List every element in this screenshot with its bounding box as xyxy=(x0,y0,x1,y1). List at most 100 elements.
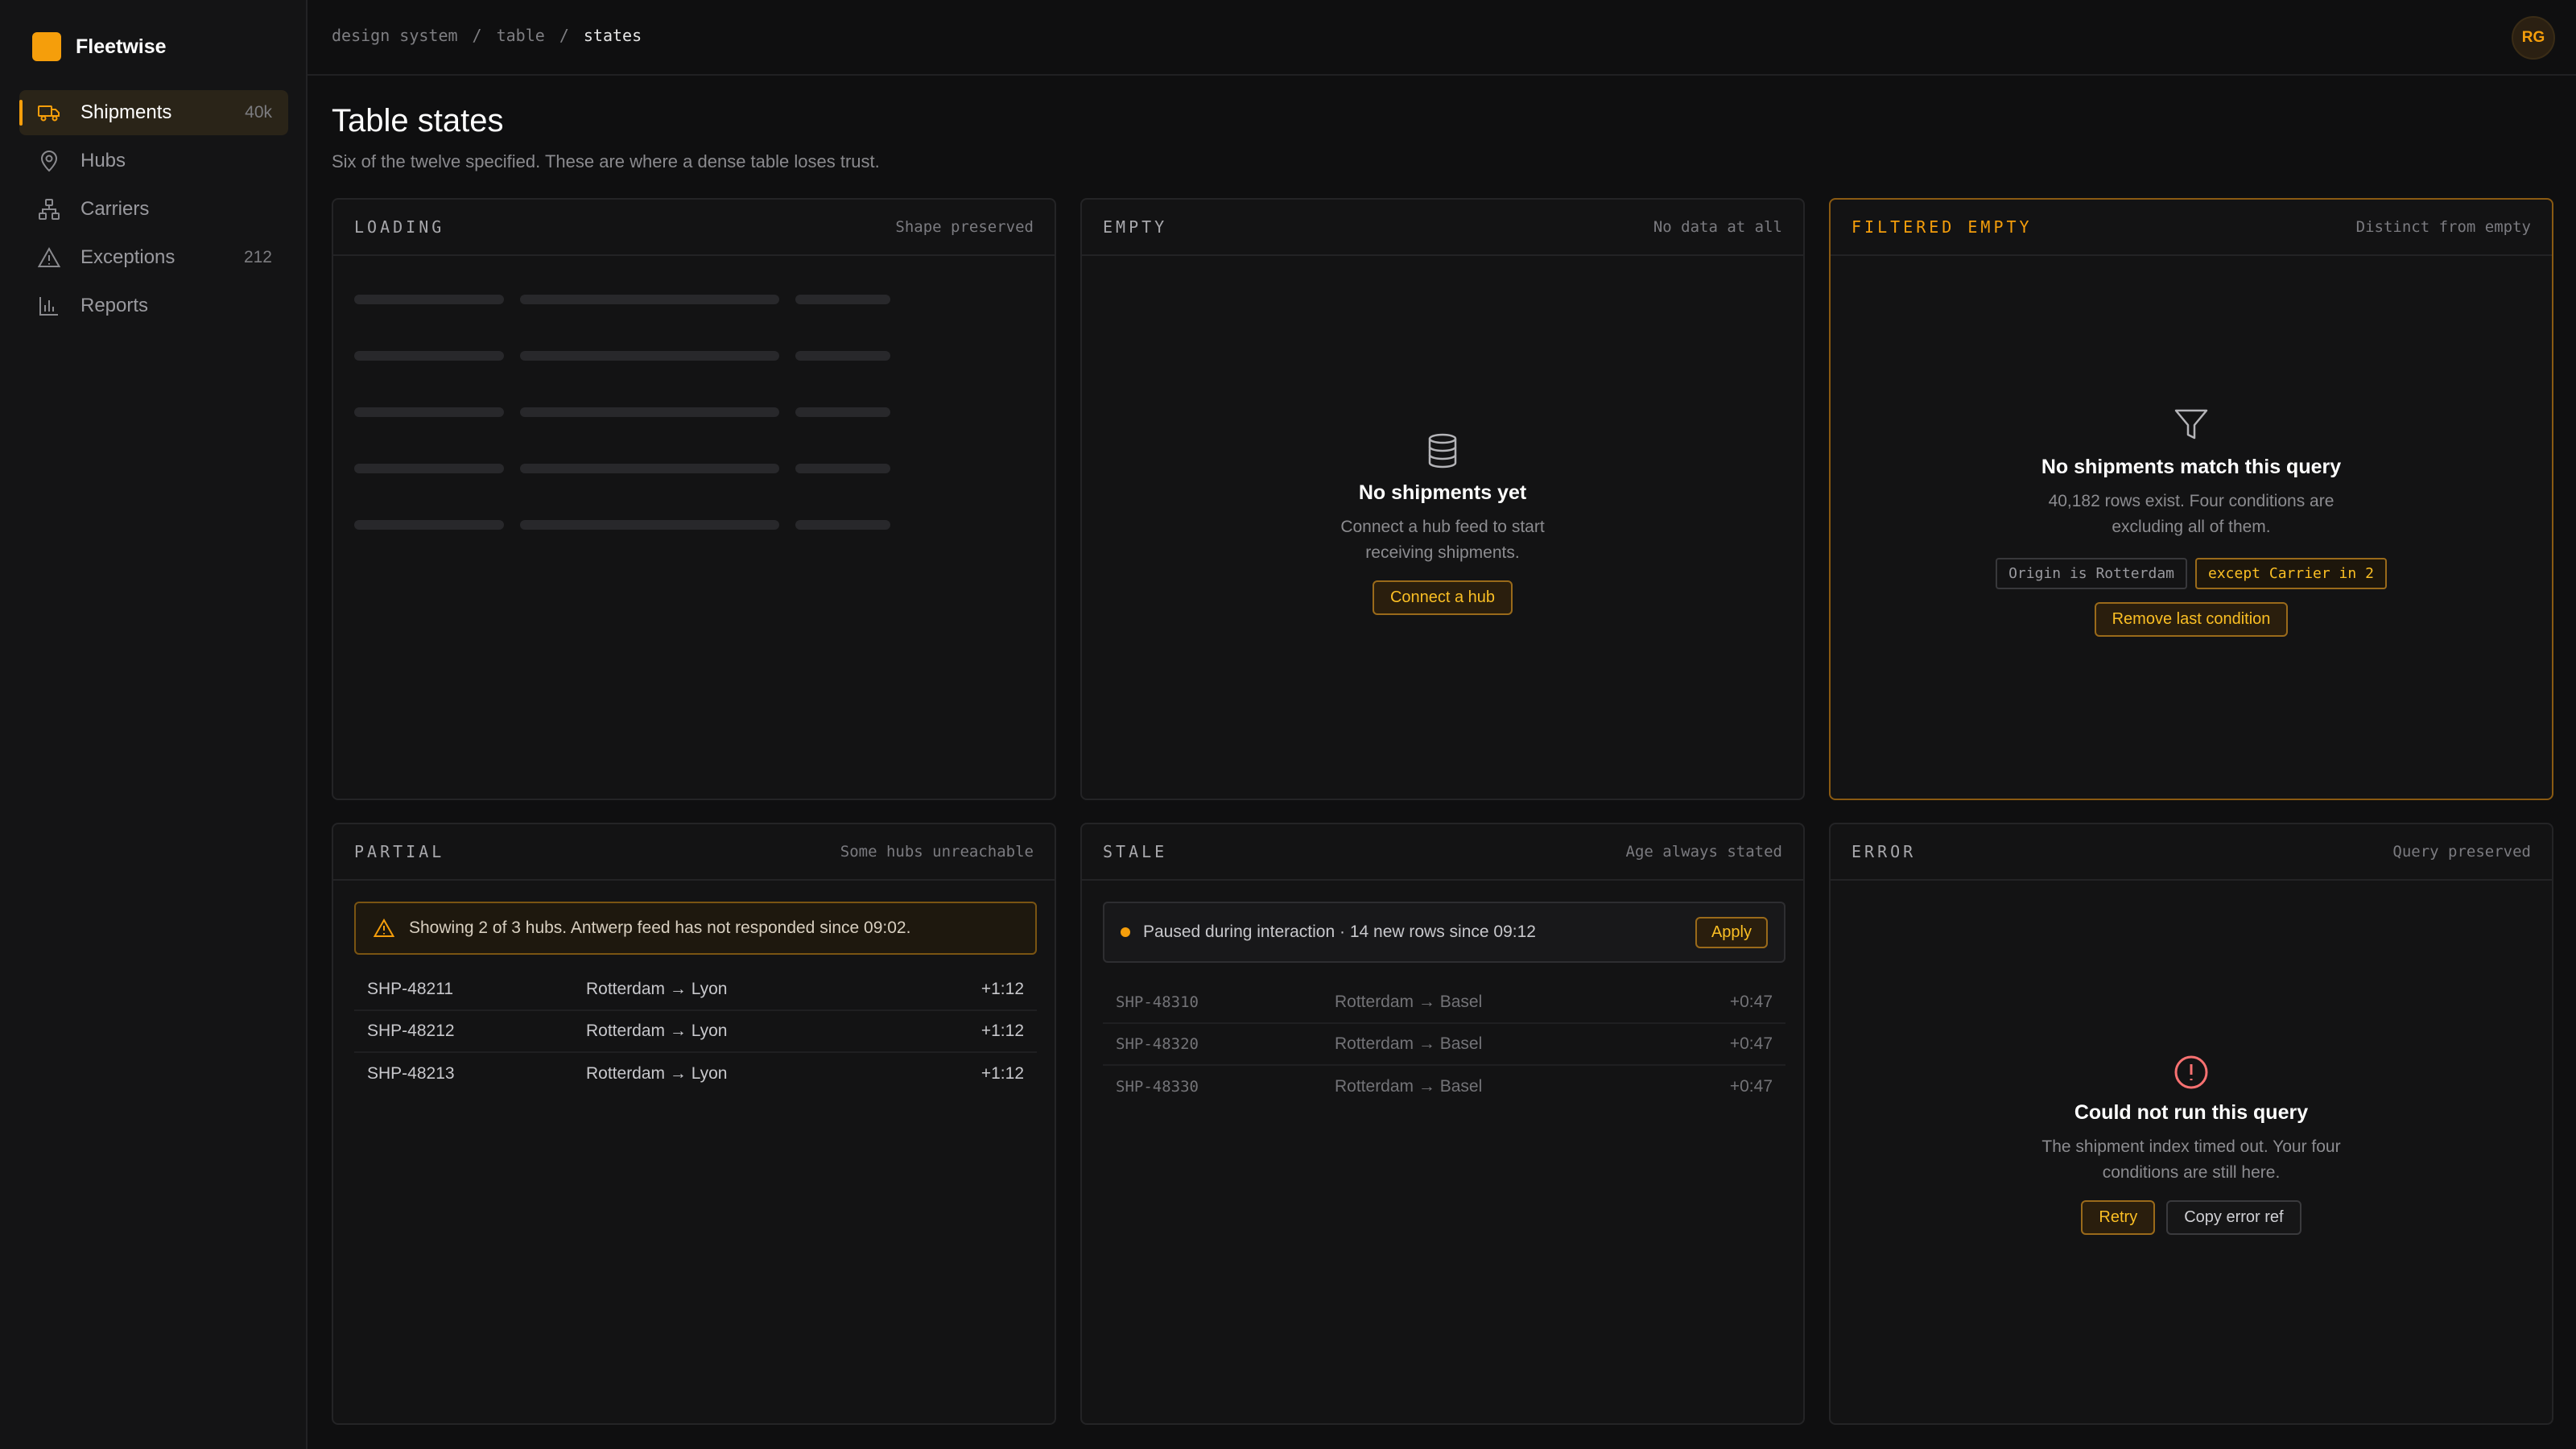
partial-banner-text: Showing 2 of 3 hubs. Antwerp feed has no… xyxy=(409,919,911,937)
shipment-route: Rotterdam → Lyon xyxy=(586,1064,728,1083)
table-row[interactable]: SHP-48212 Rotterdam → Lyon +1:12 xyxy=(354,1011,1037,1053)
shipment-delta: +1:12 xyxy=(980,1064,1024,1083)
error-state: Could not run this query The shipment in… xyxy=(1831,1055,2552,1235)
sidebar-item-label: Shipments xyxy=(80,101,172,123)
sidebar-item-exceptions[interactable]: Exceptions 212 xyxy=(19,235,288,280)
skeleton-row xyxy=(354,295,890,304)
skeleton-row xyxy=(354,520,890,530)
retry-button[interactable]: Retry xyxy=(2081,1200,2156,1235)
error-icon xyxy=(1831,1055,2552,1090)
filtered-desc-line: 40,182 rows exist. Four conditions are xyxy=(2048,492,2334,510)
panel-stale: STALE Age always stated Paused during in… xyxy=(1080,823,1805,1425)
shipment-id: SHP-48330 xyxy=(1116,1078,1199,1096)
skeleton-row xyxy=(354,464,890,473)
warning-icon xyxy=(37,246,61,270)
filter-chips: Origin is Rotterdam except Carrier in 2 xyxy=(1831,558,2552,589)
empty-actions: Connect a hub xyxy=(1082,580,1803,615)
remove-last-condition-button[interactable]: Remove last condition xyxy=(2094,602,2289,637)
breadcrumb-item-table[interactable]: table xyxy=(497,26,545,45)
shipment-id: SHP-48212 xyxy=(367,1022,455,1040)
shipment-delta: +1:12 xyxy=(980,980,1024,998)
panel-header: EMPTY No data at all xyxy=(1082,200,1803,256)
sidebar-item-reports[interactable]: Reports xyxy=(19,283,288,328)
page-subtitle: Six of the twelve specified. These are w… xyxy=(332,151,880,171)
empty-title: No shipments yet xyxy=(1358,481,1527,504)
panel-title: FILTERED EMPTY xyxy=(1852,217,2033,237)
stale-banner: Paused during interaction · 14 new rows … xyxy=(1103,902,1785,963)
shipment-route: Rotterdam → Basel xyxy=(1335,1077,1483,1096)
sidebar-item-label: Carriers xyxy=(80,198,150,220)
panel-note: Distinct from empty xyxy=(2355,218,2531,236)
panel-partial: PARTIAL Some hubs unreachable Showing 2 … xyxy=(332,823,1056,1425)
sidebar-item-label: Exceptions xyxy=(80,246,175,268)
apply-button[interactable]: Apply xyxy=(1695,916,1768,948)
shipment-route: Rotterdam → Lyon xyxy=(586,1022,728,1040)
filtered-title: No shipments match this query xyxy=(2041,456,2342,478)
shipment-delta: +0:47 xyxy=(1729,993,1773,1011)
copy-error-ref-button[interactable]: Copy error ref xyxy=(2166,1200,2301,1235)
table-row[interactable]: SHP-48310 Rotterdam → Basel +0:47 xyxy=(1103,982,1785,1024)
shipment-delta: +0:47 xyxy=(1729,1077,1773,1096)
panel-title: ERROR xyxy=(1852,842,1917,861)
table-row[interactable]: SHP-48213 Rotterdam → Lyon +1:12 xyxy=(354,1053,1037,1095)
shipment-delta: +1:12 xyxy=(980,1022,1024,1040)
empty-description: Connect a hub feed to start receiving sh… xyxy=(1082,514,1803,566)
bar-chart-icon xyxy=(37,294,61,318)
panel-note: Shape preserved xyxy=(895,218,1034,236)
error-desc-line: The shipment index timed out. Your four xyxy=(2041,1137,2341,1156)
filtered-desc-line: excluding all of them. xyxy=(2112,518,2271,536)
filter-icon xyxy=(1831,409,2552,444)
panel-header: PARTIAL Some hubs unreachable xyxy=(333,824,1055,881)
skeleton-rows xyxy=(354,295,890,576)
filtered-actions: Remove last condition xyxy=(1831,602,2552,637)
sidebar-item-label: Reports xyxy=(80,295,149,316)
filter-chip-origin[interactable]: Origin is Rotterdam xyxy=(1996,558,2187,589)
shipment-id: SHP-48320 xyxy=(1116,1035,1199,1053)
panel-loading: LOADING Shape preserved xyxy=(332,198,1056,800)
panel-empty: EMPTY No data at all No shipments yet Co… xyxy=(1080,198,1805,800)
error-actions: Retry Copy error ref xyxy=(1831,1200,2552,1235)
panel-error: ERROR Query preserved Could not run this… xyxy=(1829,823,2553,1425)
filter-chip-carrier[interactable]: except Carrier in 2 xyxy=(2195,558,2387,589)
shipment-route: Rotterdam → Lyon xyxy=(586,980,728,998)
sidebar-item-carriers[interactable]: Carriers xyxy=(19,187,288,232)
stale-table: SHP-48310 Rotterdam → Basel +0:47 SHP-48… xyxy=(1103,982,1785,1108)
panel-title: PARTIAL xyxy=(354,842,445,861)
table-row[interactable]: SHP-48330 Rotterdam → Basel +0:47 xyxy=(1103,1066,1785,1108)
panel-header: LOADING Shape preserved xyxy=(333,200,1055,256)
filtered-empty-state: No shipments match this query 40,182 row… xyxy=(1831,409,2552,637)
breadcrumb-separator: / xyxy=(472,26,482,45)
topbar: design system / table / states RG xyxy=(308,0,2576,76)
skeleton-row xyxy=(354,351,890,361)
shipment-id: SHP-48310 xyxy=(1116,993,1199,1011)
brand[interactable]: Fleetwise xyxy=(32,32,167,61)
table-row[interactable]: SHP-48211 Rotterdam → Lyon +1:12 xyxy=(354,969,1037,1011)
error-title: Could not run this query xyxy=(2074,1101,2309,1124)
network-icon xyxy=(37,197,61,221)
panel-title: EMPTY xyxy=(1103,217,1168,237)
page-title: Table states xyxy=(332,103,504,138)
breadcrumb-separator: / xyxy=(559,26,569,45)
panel-note: No data at all xyxy=(1653,218,1782,236)
table-row[interactable]: SHP-48320 Rotterdam → Basel +0:47 xyxy=(1103,1024,1785,1066)
sidebar-item-shipments[interactable]: Shipments 40k xyxy=(19,90,288,135)
panel-title: STALE xyxy=(1103,842,1168,861)
panel-filtered-empty: FILTERED EMPTY Distinct from empty No sh… xyxy=(1829,198,2553,800)
stale-banner-text: Paused during interaction · 14 new rows … xyxy=(1143,923,1536,941)
error-description: The shipment index timed out. Your four … xyxy=(1831,1134,2552,1186)
sidebar-nav: Shipments 40k Hubs Carriers Exceptions 2… xyxy=(19,90,288,332)
sidebar-item-hubs[interactable]: Hubs xyxy=(19,138,288,184)
panel-header: ERROR Query preserved xyxy=(1831,824,2552,881)
shipment-route: Rotterdam → Basel xyxy=(1335,993,1483,1011)
connect-hub-button[interactable]: Connect a hub xyxy=(1372,580,1513,615)
live-dot-icon xyxy=(1121,927,1130,937)
brand-logo xyxy=(32,32,61,61)
breadcrumb-item-design-system[interactable]: design system xyxy=(332,26,458,45)
empty-state: No shipments yet Connect a hub feed to s… xyxy=(1082,433,1803,615)
error-desc-line: conditions are still here. xyxy=(2102,1163,2281,1182)
database-icon xyxy=(1082,433,1803,470)
avatar[interactable]: RG xyxy=(2512,16,2555,60)
skeleton-row xyxy=(354,407,890,417)
empty-desc-line: receiving shipments. xyxy=(1365,543,1520,562)
shipment-route: Rotterdam → Basel xyxy=(1335,1034,1483,1053)
